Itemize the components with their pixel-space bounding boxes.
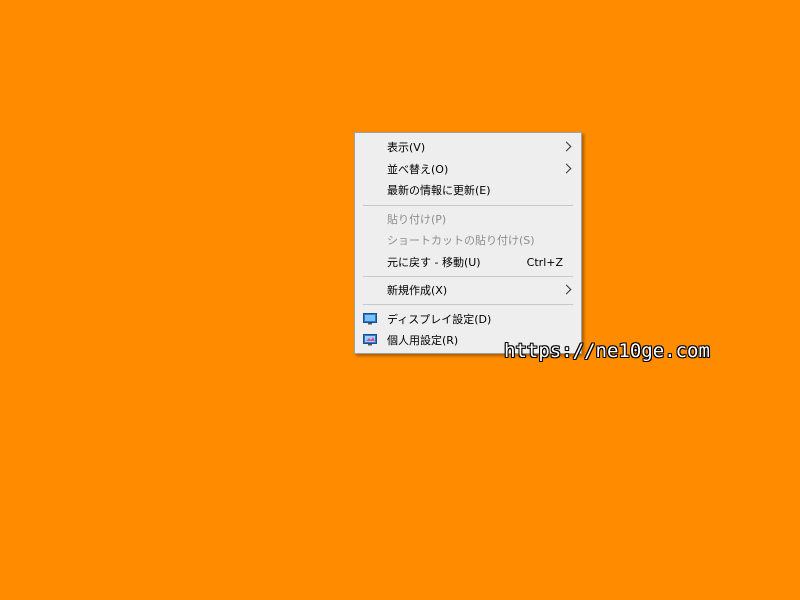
display-settings-icon [363, 313, 377, 325]
menu-item-label: 新規作成(X) [387, 284, 448, 297]
personalize-icon [363, 334, 377, 346]
watermark-url: https://ne10ge.com [504, 340, 710, 362]
menu-item-label: 表示(V) [387, 141, 426, 154]
menu-item-label: 並べ替え(O) [387, 163, 449, 176]
menu-item-sort-by[interactable]: 並べ替え(O) [356, 159, 580, 180]
menu-item-display-settings[interactable]: ディスプレイ設定(D) [356, 309, 580, 330]
desktop-context-menu: 表示(V) 並べ替え(O) 最新の情報に更新(E) 貼り付け(P) ショートカッ… [354, 132, 582, 354]
chevron-right-icon [561, 163, 572, 174]
chevron-right-icon [561, 284, 572, 295]
menu-separator [363, 304, 573, 305]
menu-item-label: 最新の情報に更新(E) [387, 184, 491, 197]
menu-separator [363, 205, 573, 206]
menu-separator [363, 276, 573, 277]
menu-item-label: 貼り付け(P) [387, 213, 447, 226]
menu-item-label: ディスプレイ設定(D) [387, 313, 492, 326]
menu-item-label: 元に戻す - 移動(U) [387, 256, 481, 269]
menu-item-label: ショートカットの貼り付け(S) [387, 234, 535, 247]
menu-item-shortcut: Ctrl+Z [526, 256, 563, 269]
menu-item-refresh[interactable]: 最新の情報に更新(E) [356, 180, 580, 201]
menu-item-undo-move[interactable]: 元に戻す - 移動(U) Ctrl+Z [356, 252, 580, 273]
menu-item-view[interactable]: 表示(V) [356, 137, 580, 158]
menu-item-label: 個人用設定(R) [387, 334, 459, 347]
chevron-right-icon [561, 141, 572, 152]
menu-item-paste: 貼り付け(P) [356, 209, 580, 230]
menu-item-paste-shortcut: ショートカットの貼り付け(S) [356, 230, 580, 251]
menu-item-new[interactable]: 新規作成(X) [356, 280, 580, 301]
